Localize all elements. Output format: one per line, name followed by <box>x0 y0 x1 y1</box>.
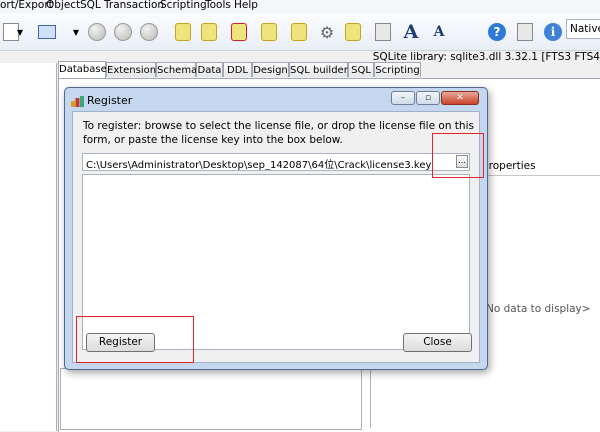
tab-data[interactable]: Data <box>196 62 223 77</box>
properties-divider <box>480 175 600 176</box>
menu-help[interactable]: Help <box>234 0 258 11</box>
highlight-register-box <box>76 316 194 363</box>
left-panel[interactable] <box>0 63 57 431</box>
menu-object[interactable]: Object <box>46 0 80 11</box>
properties-header: properties <box>482 160 536 172</box>
scroll-icon[interactable] <box>198 21 220 43</box>
dll-icon[interactable] <box>372 21 394 43</box>
tab-sql-builder[interactable]: SQL builder <box>289 62 348 77</box>
tab-extensions[interactable]: Extensions <box>106 62 161 77</box>
toolbar: ▼ ▼ ⚙ A A ? i <box>0 13 600 51</box>
scroll-icon[interactable] <box>288 21 310 43</box>
dropdown-arrow-icon[interactable]: ▼ <box>70 21 82 43</box>
tab-design[interactable]: Design <box>252 62 289 77</box>
highlight-browse-box <box>432 133 484 178</box>
menu-scripting[interactable]: Scripting <box>160 0 207 11</box>
tab-database[interactable]: Database <box>58 61 107 78</box>
dialog-title: Register <box>87 94 133 107</box>
help-icon[interactable]: ? <box>486 21 508 43</box>
step-icon[interactable] <box>112 21 134 43</box>
tab-scripting[interactable]: Scripting <box>374 62 421 77</box>
scroll-icon[interactable] <box>172 21 194 43</box>
maximize-icon[interactable]: ▫ <box>416 91 440 105</box>
menu-import-export[interactable]: ort/Export <box>0 0 53 11</box>
gear-icon[interactable]: ⚙ <box>316 21 338 43</box>
stop-icon[interactable] <box>138 21 160 43</box>
mode-select[interactable]: Native <box>566 19 600 39</box>
bottom-right-pane <box>370 368 600 428</box>
menu-sql[interactable]: SQL <box>80 0 101 11</box>
menu-bar: ort/Export Object SQL Transaction Script… <box>0 0 600 14</box>
window-close-icon[interactable]: ✕ <box>441 91 479 105</box>
font-decrease-icon[interactable]: A <box>428 21 450 43</box>
bottom-left-pane <box>60 368 362 430</box>
dll-icon[interactable] <box>514 21 536 43</box>
license-path-field[interactable]: C:\Users\Administrator\Desktop\sep_14208… <box>82 153 470 171</box>
font-increase-icon[interactable]: A <box>400 21 422 43</box>
menu-transaction[interactable]: Transaction <box>104 0 164 11</box>
minimize-icon[interactable]: – <box>391 91 415 105</box>
info-icon[interactable]: i <box>542 21 564 43</box>
menu-tools[interactable]: Tools <box>205 0 231 11</box>
tab-schema[interactable]: Schema <box>156 62 197 77</box>
scroll-icon[interactable] <box>342 21 364 43</box>
no-data-message: No data to display> <box>486 303 591 315</box>
app-icon <box>71 96 84 107</box>
dropdown-arrow-icon[interactable]: ▼ <box>14 21 26 43</box>
scroll-delete-icon[interactable] <box>228 21 250 43</box>
register-instructions: To register: browse to select the licens… <box>83 120 474 146</box>
script-icon[interactable] <box>36 21 58 43</box>
tab-sql[interactable]: SQL <box>348 62 374 77</box>
close-button[interactable]: Close <box>403 333 472 352</box>
scroll-icon[interactable] <box>258 21 280 43</box>
play-icon[interactable] <box>86 21 108 43</box>
tab-ddl[interactable]: DDL <box>223 62 252 77</box>
